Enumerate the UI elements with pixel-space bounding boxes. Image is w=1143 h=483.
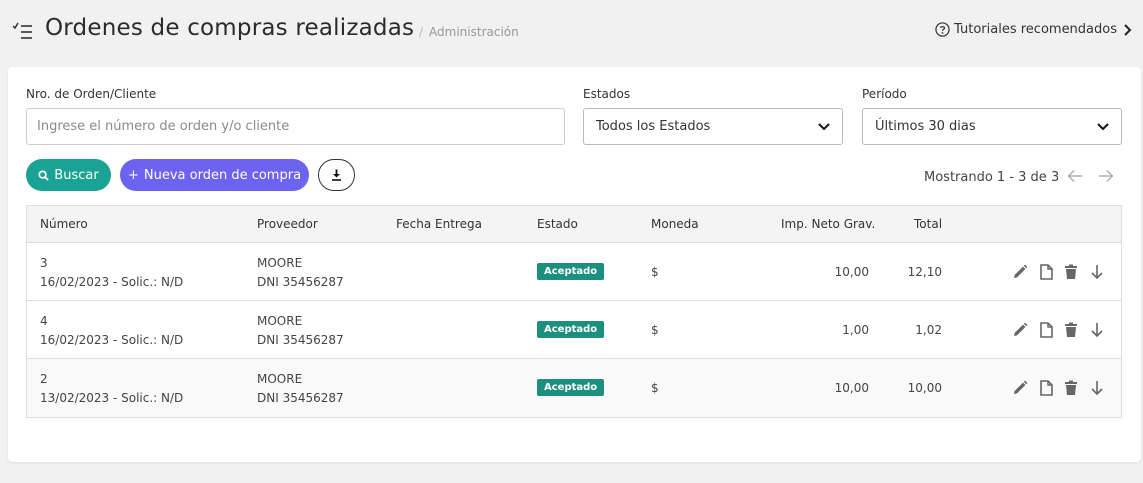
order-date-info: 16/02/2023 - Solic.: N/D: [40, 333, 184, 347]
plus-icon: +: [127, 167, 139, 183]
order-number: 3: [40, 256, 48, 270]
currency: $: [651, 323, 659, 337]
status-badge: Aceptado: [537, 379, 605, 396]
order-client-placeholder: Ingrese el número de orden y/o cliente: [37, 119, 290, 134]
chevron-down-icon: [818, 122, 830, 130]
copy-icon[interactable]: [1038, 380, 1054, 396]
currency: $: [651, 381, 659, 395]
edit-icon[interactable]: [1012, 264, 1028, 280]
states-select[interactable]: Todos los Estados: [583, 108, 843, 145]
order-date-info: 13/02/2023 - Solic.: N/D: [40, 391, 184, 405]
orders-table: Número Proveedor Fecha Entrega Estado Mo…: [26, 205, 1122, 418]
orders-card: Nro. de Orden/Cliente Ingrese el número …: [8, 67, 1141, 462]
status-badge: Aceptado: [537, 321, 605, 338]
order-client-input[interactable]: Ingrese el número de orden y/o cliente: [26, 108, 565, 145]
status-badge: Aceptado: [537, 263, 605, 280]
period-select[interactable]: Últimos 30 dias: [862, 108, 1122, 145]
edit-icon[interactable]: [1012, 380, 1028, 396]
search-button-label: Buscar: [54, 167, 99, 183]
new-order-button[interactable]: + Nueva orden de compra: [120, 159, 309, 191]
table-row[interactable]: 2 13/02/2023 - Solic.: N/D MOORE DNI 354…: [27, 359, 1121, 417]
arrow-down-icon[interactable]: [1089, 380, 1105, 396]
table-row[interactable]: 3 16/02/2023 - Solic.: N/D MOORE DNI 354…: [27, 243, 1121, 301]
provider-name: MOORE: [257, 372, 303, 386]
chevron-down-icon: [1097, 122, 1109, 130]
tutorials-label: Tutoriales recomendados: [954, 22, 1117, 37]
col-net-amount: Imp. Neto Grav.: [781, 217, 876, 231]
page-header: Ordenes de compras realizadas / Administr…: [0, 0, 1143, 62]
provider-name: MOORE: [257, 314, 303, 328]
col-delivery-date: Fecha Entrega: [396, 217, 482, 231]
trash-icon[interactable]: [1063, 380, 1079, 396]
col-number: Número: [40, 217, 88, 231]
table-header: Número Proveedor Fecha Entrega Estado Mo…: [27, 206, 1121, 243]
total-amount: 1,02: [915, 323, 942, 337]
arrow-down-icon[interactable]: [1089, 264, 1105, 280]
order-number: 2: [40, 372, 48, 386]
arrow-down-icon[interactable]: [1089, 322, 1105, 338]
order-client-label: Nro. de Orden/Cliente: [26, 87, 157, 101]
copy-icon[interactable]: [1038, 264, 1054, 280]
breadcrumb: / Administración: [419, 25, 519, 39]
provider-doc: DNI 35456287: [257, 391, 344, 405]
order-number: 4: [40, 314, 48, 328]
currency: $: [651, 265, 659, 279]
total-amount: 12,10: [907, 265, 942, 279]
net-amount: 10,00: [834, 265, 869, 279]
download-button[interactable]: [318, 159, 355, 191]
new-order-button-label: Nueva orden de compra: [143, 167, 302, 183]
breadcrumb-item[interactable]: Administración: [429, 25, 519, 39]
provider-doc: DNI 35456287: [257, 275, 344, 289]
arrow-right-icon[interactable]: [1098, 169, 1114, 183]
net-amount: 10,00: [834, 381, 869, 395]
edit-icon[interactable]: [1012, 322, 1028, 338]
question-circle-icon: [935, 22, 950, 37]
col-status: Estado: [537, 217, 578, 231]
period-label: Período: [862, 87, 907, 101]
provider-name: MOORE: [257, 256, 303, 270]
col-currency: Moneda: [651, 217, 699, 231]
col-total: Total: [914, 217, 943, 231]
net-amount: 1,00: [842, 323, 869, 337]
download-icon: [332, 169, 341, 181]
search-icon: [38, 169, 50, 181]
period-selected: Últimos 30 dias: [875, 119, 976, 134]
copy-icon[interactable]: [1038, 322, 1054, 338]
breadcrumb-separator: /: [419, 25, 424, 39]
order-date-info: 16/02/2023 - Solic.: N/D: [40, 275, 184, 289]
menu-check-icon[interactable]: [12, 20, 34, 42]
trash-icon[interactable]: [1063, 322, 1079, 338]
total-amount: 10,00: [907, 381, 942, 395]
tutorials-link[interactable]: Tutoriales recomendados: [935, 22, 1133, 37]
states-label: Estados: [583, 87, 631, 101]
page-title: Ordenes de compras realizadas: [45, 15, 415, 41]
chevron-right-icon: [1124, 23, 1132, 36]
table-row[interactable]: 4 16/02/2023 - Solic.: N/D MOORE DNI 354…: [27, 301, 1121, 359]
col-provider: Proveedor: [257, 217, 318, 231]
states-selected: Todos los Estados: [596, 119, 711, 134]
search-button[interactable]: Buscar: [26, 159, 111, 191]
provider-doc: DNI 35456287: [257, 333, 344, 347]
pagination-status: Mostrando 1 - 3 de 3: [924, 170, 1060, 185]
trash-icon[interactable]: [1063, 264, 1079, 280]
arrow-left-icon[interactable]: [1067, 169, 1083, 183]
